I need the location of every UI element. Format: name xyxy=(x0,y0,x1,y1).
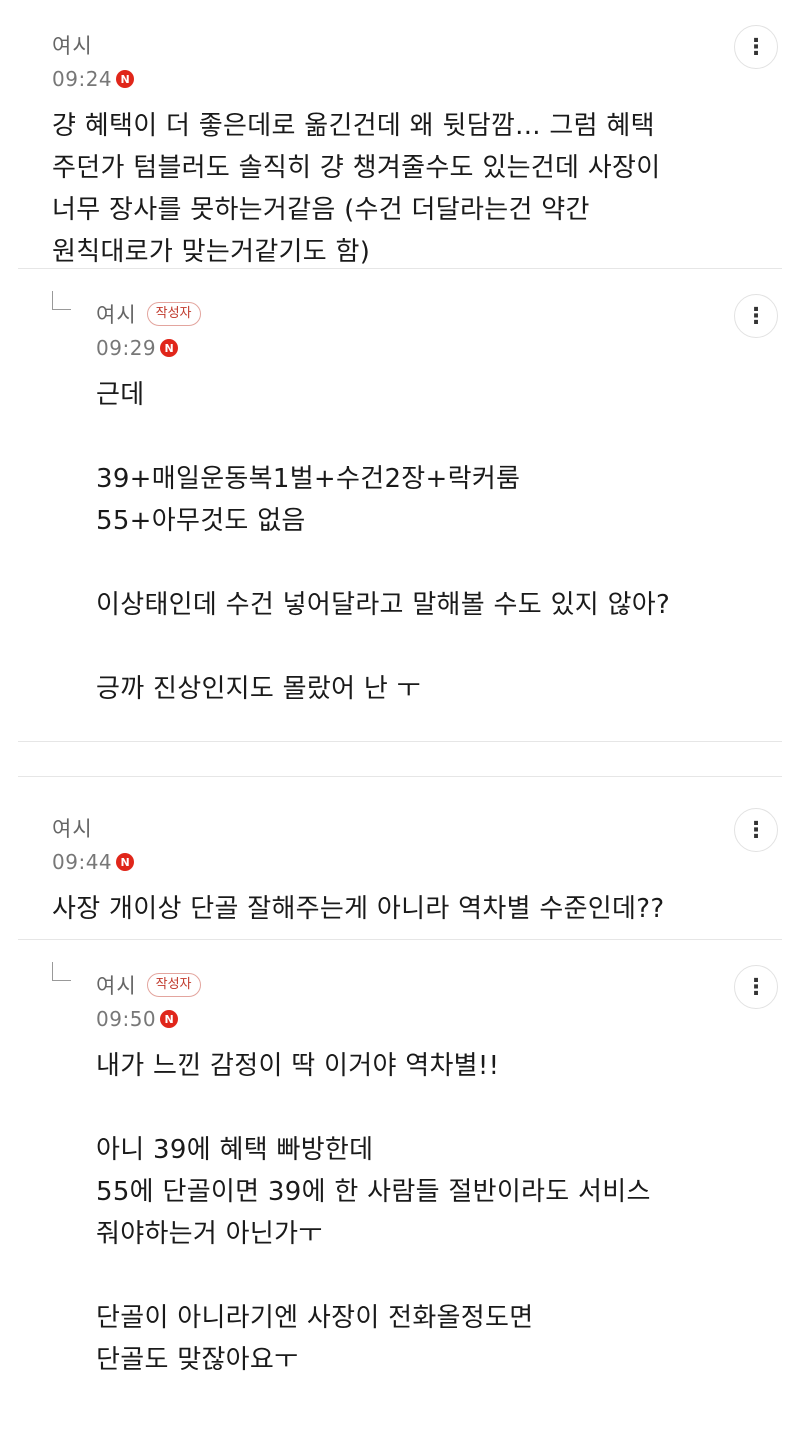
comment-text: 내가 느낀 감정이 딱 이거야 역차별!! 아니 39에 혜택 빠방한데 55에… xyxy=(96,1051,651,1375)
writer-badge: 작성자 xyxy=(146,302,201,326)
comment-text: 근데 39+매일운동복1벌+수건2장+락커룸 55+아무것도 없음 이상태인데 … xyxy=(96,380,671,704)
writer-badge: 작성자 xyxy=(146,973,201,997)
comment-meta: 09:50 N xyxy=(96,1003,800,1035)
more-options-button[interactable]: ⋮ xyxy=(734,808,778,852)
comment-author[interactable]: 여시 xyxy=(52,30,93,60)
comment-item: 여시 09:44 N 사장 개이상 단골 잘해주는게 아니라 역차별 수준인데?… xyxy=(0,777,800,939)
comment-item: 여시 09:24 N 걍 혜택이 더 좋은데로 옮긴건데 왜 뒷담깜... 그럼… xyxy=(0,0,800,268)
comment-meta: 09:44 N xyxy=(52,846,800,878)
comment-meta: 09:24 N xyxy=(52,63,800,95)
new-n-icon: N xyxy=(160,1010,179,1028)
more-options-button[interactable]: ⋮ xyxy=(734,965,778,1009)
reply-item: 여시 작성자 09:29 N 근데 39+매일운동복1벌+수건2장+락커룸 55… xyxy=(0,269,800,741)
comment-header: 여시 작성자 xyxy=(96,970,800,1000)
new-n-icon: N xyxy=(160,339,179,357)
comment-header: 여시 xyxy=(52,30,800,60)
comment-author[interactable]: 여시 xyxy=(96,299,137,329)
reply-item: 여시 작성자 09:50 N 내가 느낀 감정이 딱 이거야 역차별!! 아니 … xyxy=(0,940,800,1420)
reply-arrow-icon xyxy=(52,962,71,981)
new-n-icon: N xyxy=(116,853,135,871)
comment-time: 09:29 xyxy=(96,336,157,360)
comment-author[interactable]: 여시 xyxy=(52,813,93,843)
comment-time: 09:44 xyxy=(52,850,113,874)
comment-author[interactable]: 여시 xyxy=(96,970,137,1000)
comment-text: 사장 개이상 단골 잘해주는게 아니라 역차별 수준인데?? xyxy=(52,894,665,924)
more-vertical-icon: ⋮ xyxy=(745,817,767,843)
comment-header: 여시 xyxy=(52,813,800,843)
more-vertical-icon: ⋮ xyxy=(745,974,767,1000)
more-options-button[interactable]: ⋮ xyxy=(734,25,778,69)
comment-text: 걍 혜택이 더 좋은데로 옮긴건데 왜 뒷담깜... 그럼 혜택 주던가 텀블러… xyxy=(52,111,661,267)
more-options-button[interactable]: ⋮ xyxy=(734,294,778,338)
comment-time: 09:24 xyxy=(52,67,113,91)
more-vertical-icon: ⋮ xyxy=(745,303,767,329)
more-vertical-icon: ⋮ xyxy=(745,34,767,60)
new-n-icon: N xyxy=(116,70,135,88)
comment-time: 09:50 xyxy=(96,1007,157,1031)
comment-meta: 09:29 N xyxy=(96,332,800,364)
comment-header: 여시 작성자 xyxy=(96,299,800,329)
reply-arrow-icon xyxy=(52,291,71,310)
